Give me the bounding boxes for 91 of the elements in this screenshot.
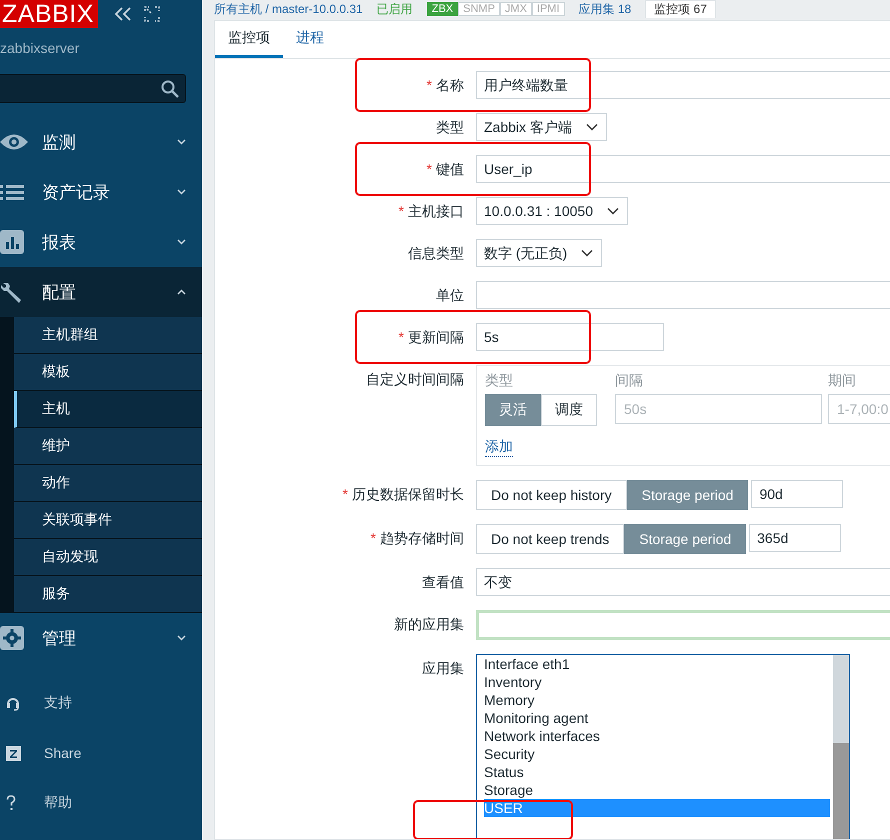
list-option[interactable]: Storage [484,781,830,799]
submenu-item[interactable]: 自动发现 [14,539,202,576]
column-header: 间隔 [615,372,644,390]
list-option[interactable]: Interface eth1 [484,655,830,673]
dropdown[interactable]: 10.0.0.31 : 10050 [476,197,628,225]
required-mark: * [398,203,404,219]
input-field[interactable]: 90d [751,480,844,508]
required-mark: * [426,161,432,177]
input-field[interactable]: 不变 [476,568,890,596]
chevron-down-icon [177,139,186,145]
submenu-item[interactable]: 服务 [14,576,202,613]
interface-badge: ZBX [426,2,458,16]
field-label: 名称 [436,77,464,93]
list-option[interactable]: Monitoring agent [484,709,830,727]
required-mark: * [370,530,376,546]
chevron-down-icon [177,239,186,245]
chevron-down-icon [177,635,186,641]
field-label: 自定义时间间隔 [366,371,464,387]
menu-item[interactable]: 报表 [0,217,202,267]
submenu-item[interactable]: 关联项事件 [14,502,202,539]
chevron-down-icon [177,189,186,195]
host-nav-tab[interactable]: 监控项 67 [645,0,716,18]
tab[interactable]: 进程 [283,21,337,58]
submenu-item[interactable]: 模板 [14,354,202,391]
wrench-icon [0,280,24,304]
input-field[interactable]: User_ip [476,155,890,183]
required-mark: * [426,77,432,93]
dropdown-caret-icon [586,123,598,131]
field-label: 类型 [436,119,464,135]
field-label: 主机接口 [408,203,464,219]
list-option[interactable]: Security [484,745,830,763]
tab[interactable]: 监控项 [215,21,283,58]
interface-badge: JMX [500,2,532,16]
list-option[interactable]: Network interfaces [484,727,830,745]
z-logo-icon [6,746,21,760]
input-field[interactable]: 365d [749,524,842,552]
list-option[interactable]: Status [484,763,830,781]
sidebar-link[interactable]: Share [44,745,82,761]
column-header: 类型 [485,372,514,390]
menu-item[interactable]: 资产记录 [0,167,202,217]
field-label: 信息类型 [408,245,464,261]
input-field[interactable]: 5s [476,323,664,351]
sidebar-link[interactable]: 帮助 [44,794,72,812]
submenu-item[interactable]: 主机群组 [14,317,202,354]
host-nav-tab[interactable]: 应用集 18 [578,0,632,18]
collapse-icon[interactable] [114,7,132,21]
breadcrumb-link[interactable]: 所有主机 / master-10.0.0.31 [214,0,363,18]
submenu-item[interactable]: 维护 [14,428,202,465]
add-link[interactable]: 添加 [485,438,513,457]
scrollbar[interactable] [833,655,849,839]
input-field[interactable] [476,610,890,640]
field-label: 新的应用集 [394,616,464,632]
chevron-up-icon [177,289,186,295]
sidebar-link[interactable]: 支持 [44,694,72,712]
dropdown[interactable]: 数字 (无正负) [476,239,602,267]
search-icon[interactable] [161,80,179,98]
field-label: 键值 [436,161,464,177]
question-icon [6,795,16,811]
field-label: 趋势存储时间 [380,530,464,546]
required-mark: * [398,329,404,345]
zabbix-logo[interactable]: ZABBIX [0,0,98,28]
menu-item[interactable]: 监测 [0,117,202,167]
search-field[interactable] [0,74,186,103]
dropdown-caret-icon [607,207,619,215]
server-name: zabbixserver [0,39,80,58]
field-label: 更新间隔 [408,329,464,345]
dropdown[interactable]: Zabbix 客户端 [476,113,607,141]
menu-item[interactable]: 配置 [0,267,202,317]
list-option[interactable]: Inventory [484,673,830,691]
dropdown-caret-icon [581,249,594,257]
input-field[interactable]: 用户终端数量 [476,71,890,99]
submenu-item[interactable]: 主机 [14,391,202,428]
storage-toggle[interactable]: Do not keep history [476,480,627,510]
column-header: 期间 [828,372,857,390]
submenu-item[interactable]: 动作 [14,465,202,502]
menu-item[interactable]: 管理 [0,613,202,663]
field-label: 历史数据保留时长 [352,486,464,502]
field-label: 单位 [436,287,464,303]
storage-toggle[interactable]: Do not keep trends [476,524,624,554]
fullscreen-icon[interactable] [144,6,160,22]
required-mark: * [342,486,348,502]
field-label: 应用集 [422,660,464,676]
mode-toggle[interactable]: 调度 [541,394,597,426]
list-option[interactable]: Memory [484,691,830,709]
list-box[interactable]: Interface eth1 Inventory Memory Monitoring agent Network interfaces Security Status Storage USER [476,654,850,839]
list-icon [0,184,24,200]
headset-icon [6,695,20,711]
interface-badge: IPMI [532,2,565,16]
interface-badge: SNMP [458,2,500,16]
input-field[interactable] [476,281,890,309]
field-label: 查看值 [422,574,464,590]
